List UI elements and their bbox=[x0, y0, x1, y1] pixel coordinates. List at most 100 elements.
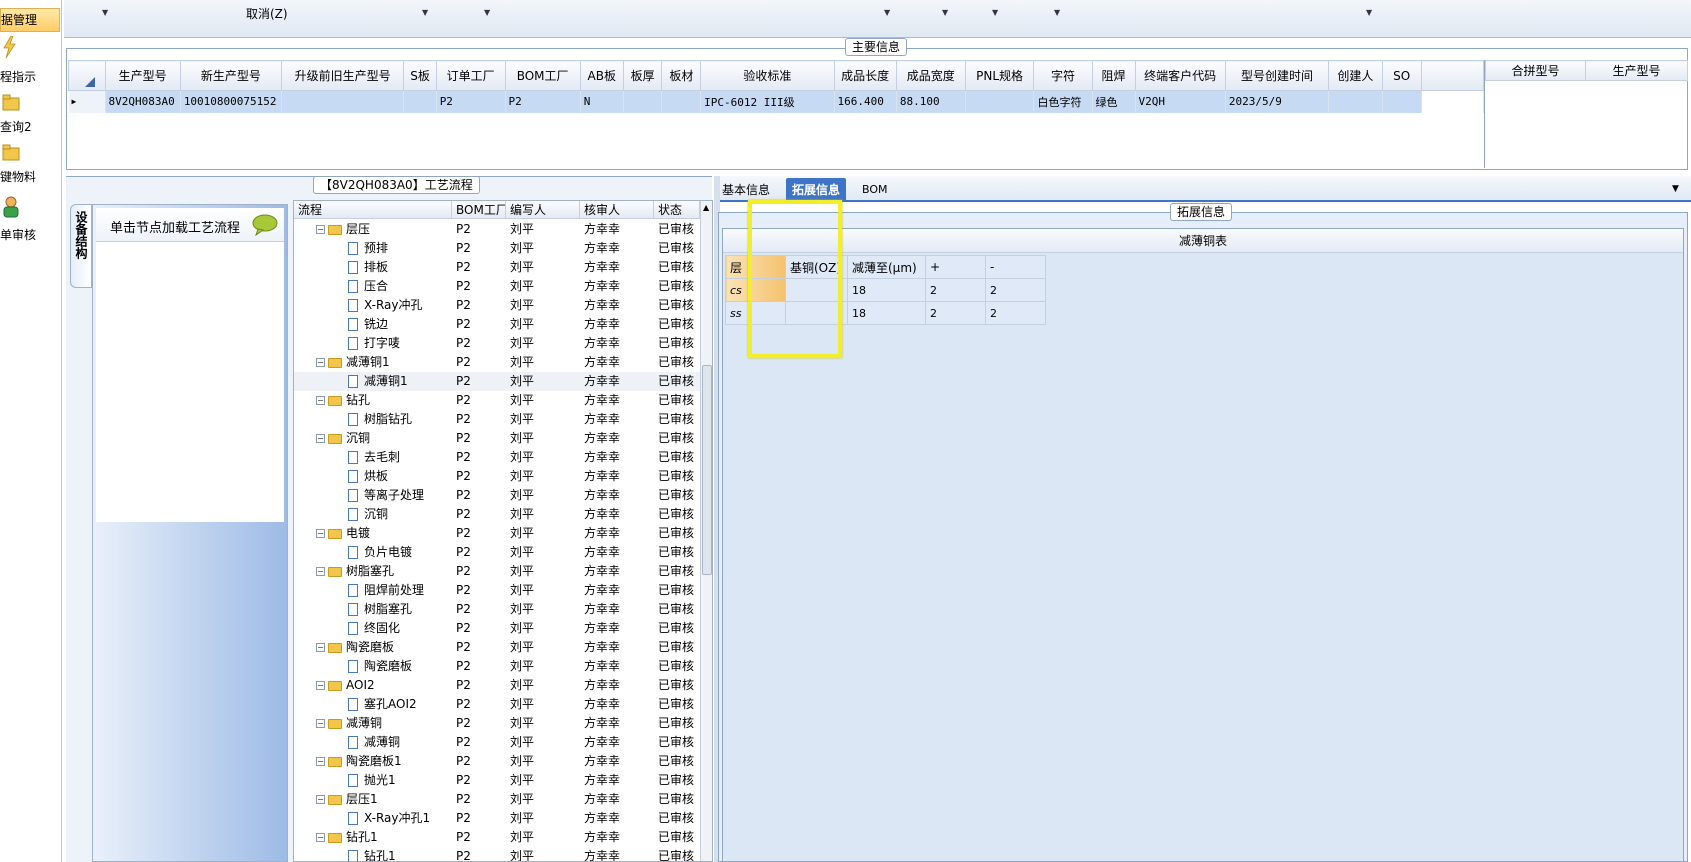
collapse-icon[interactable]: − bbox=[316, 681, 325, 690]
tree-row[interactable]: 减薄铜 P2 刘平 方幸幸 已审核 bbox=[294, 733, 700, 752]
tree-node[interactable]: 终固化 bbox=[294, 619, 452, 638]
col-header[interactable]: 升级前旧生产型号 bbox=[280, 60, 405, 91]
col-header[interactable]: BOM工厂 bbox=[504, 60, 581, 91]
collapse-icon[interactable]: − bbox=[316, 757, 325, 766]
tree-node[interactable]: 排板 bbox=[294, 258, 452, 277]
tree-row[interactable]: − 减薄铜 P2 刘平 方幸幸 已审核 bbox=[294, 714, 700, 733]
chevron-down-icon[interactable]: ▼ bbox=[884, 8, 890, 17]
scroll-up-icon[interactable]: ▲ bbox=[703, 203, 709, 212]
cancel-button[interactable]: 取消(Z) bbox=[246, 5, 288, 22]
col-header[interactable]: 终端客户代码 bbox=[1134, 60, 1226, 91]
table-cell[interactable]: N bbox=[580, 90, 624, 113]
tree-row[interactable]: 塞孔AOI2 P2 刘平 方幸幸 已审核 bbox=[294, 695, 700, 714]
tab-extended-info[interactable]: 拓展信息 bbox=[786, 178, 847, 202]
process-tree[interactable]: 流程 BOM工厂 编写人 核审人 状态 − 层压 P2 刘平 方幸幸 已审核 预排 P2 刘平方… bbox=[293, 200, 713, 862]
collapse-icon[interactable]: − bbox=[316, 833, 325, 842]
chevron-down-icon[interactable]: ▼ bbox=[422, 8, 428, 17]
tree-row[interactable]: − 陶瓷磨板 P2 刘平 方幸幸 已审核 bbox=[294, 638, 700, 657]
tree-row[interactable]: 去毛刺 P2 刘平 方幸幸 已审核 bbox=[294, 448, 700, 467]
table-row[interactable]: ▶ 8V2QH083A0 10010800075152 P2 P2 N IPC-… bbox=[68, 90, 1484, 113]
tree-node[interactable]: 树脂钻孔 bbox=[294, 410, 452, 429]
table-cell[interactable] bbox=[281, 90, 405, 113]
tree-node[interactable]: 烘板 bbox=[294, 467, 452, 486]
table-cell[interactable]: 10010800075152 bbox=[180, 90, 282, 113]
table-cell[interactable] bbox=[965, 90, 1035, 113]
tree-node[interactable]: 减薄铜 bbox=[294, 733, 452, 752]
collapse-icon[interactable]: − bbox=[316, 567, 325, 576]
table-cell[interactable] bbox=[1382, 90, 1422, 113]
tree-row[interactable]: − AOI2 P2 刘平 方幸幸 已审核 bbox=[294, 676, 700, 695]
col-header[interactable]: 字符 bbox=[1033, 60, 1093, 91]
table-cell[interactable]: IPC-6012 III级 bbox=[700, 90, 835, 113]
table-cell[interactable]: 88.100 bbox=[896, 90, 966, 113]
tree-row[interactable]: 打字唛 P2 刘平 方幸幸 已审核 bbox=[294, 334, 700, 353]
tree-row[interactable]: − 钻孔 P2 刘平 方幸幸 已审核 bbox=[294, 391, 700, 410]
col-header[interactable]: BOM工厂 bbox=[452, 201, 506, 219]
tree-row[interactable]: − 陶瓷磨板1 P2 刘平 方幸幸 已审核 bbox=[294, 752, 700, 771]
col-header[interactable]: 阻焊 bbox=[1091, 60, 1136, 91]
table-cell[interactable]: 18 bbox=[847, 278, 926, 302]
tree-row[interactable]: 沉铜 P2 刘平 方幸幸 已审核 bbox=[294, 505, 700, 524]
tree-node[interactable]: X-Ray冲孔 bbox=[294, 296, 452, 315]
tree-node[interactable]: 抛光1 bbox=[294, 771, 452, 790]
tree-node[interactable]: 等离子处理 bbox=[294, 486, 452, 505]
col-header[interactable]: 板厚 bbox=[622, 60, 663, 91]
tree-row[interactable]: 预排 P2 刘平 方幸幸 已审核 bbox=[294, 239, 700, 258]
tree-node[interactable]: 沉铜 bbox=[294, 505, 452, 524]
tree-node[interactable]: 塞孔AOI2 bbox=[294, 695, 452, 714]
tree-row[interactable]: 减薄铜1 P2 刘平 方幸幸 已审核 bbox=[294, 372, 700, 391]
tree-node[interactable]: 预排 bbox=[294, 239, 452, 258]
scrollbar-thumb[interactable] bbox=[702, 365, 712, 575]
chevron-down-icon[interactable]: ▼ bbox=[102, 8, 108, 17]
table-cell[interactable]: 绿色 bbox=[1092, 90, 1136, 113]
tab-basic-info[interactable]: 基本信息 bbox=[716, 178, 776, 202]
chevron-down-icon[interactable]: ▼ bbox=[1672, 184, 1679, 194]
collapse-icon[interactable]: − bbox=[316, 795, 325, 804]
chevron-down-icon[interactable]: ▼ bbox=[1366, 8, 1372, 17]
col-header[interactable]: 减薄至(μm) bbox=[847, 255, 926, 279]
table-cell[interactable] bbox=[1328, 90, 1383, 113]
tree-row[interactable]: 烘板 P2 刘平 方幸幸 已审核 bbox=[294, 467, 700, 486]
tree-node[interactable]: − 树脂塞孔 bbox=[294, 562, 452, 581]
load-hint-bar[interactable]: 单击节点加载工艺流程 bbox=[96, 208, 284, 242]
tree-row[interactable]: 陶瓷磨板 P2 刘平 方幸幸 已审核 bbox=[294, 657, 700, 676]
col-header[interactable]: AB板 bbox=[579, 60, 624, 91]
col-header[interactable]: 合拼型号 bbox=[1485, 60, 1586, 81]
tree-row[interactable]: 铣边 P2 刘平 方幸幸 已审核 bbox=[294, 315, 700, 334]
tree-node[interactable]: 打字唛 bbox=[294, 334, 452, 353]
table-cell[interactable]: 2 bbox=[985, 278, 1046, 302]
tree-row[interactable]: − 层压 P2 刘平 方幸幸 已审核 bbox=[294, 220, 700, 239]
tree-row[interactable]: − 电镀 P2 刘平 方幸幸 已审核 bbox=[294, 524, 700, 543]
col-header[interactable]: S板 bbox=[403, 60, 437, 91]
tree-row[interactable]: 树脂钻孔 P2 刘平 方幸幸 已审核 bbox=[294, 410, 700, 429]
collapse-icon[interactable]: − bbox=[316, 529, 325, 538]
table-cell[interactable] bbox=[403, 90, 437, 113]
tree-row[interactable]: − 减薄铜1 P2 刘平 方幸幸 已审核 bbox=[294, 353, 700, 372]
collapse-icon[interactable]: − bbox=[316, 719, 325, 728]
tree-row[interactable]: 终固化 P2 刘平 方幸幸 已审核 bbox=[294, 619, 700, 638]
tree-node[interactable]: − 陶瓷磨板 bbox=[294, 638, 452, 657]
tree-row[interactable]: 抛光1 P2 刘平 方幸幸 已审核 bbox=[294, 771, 700, 790]
table-cell[interactable] bbox=[661, 90, 702, 113]
chevron-down-icon[interactable]: ▼ bbox=[484, 8, 490, 17]
tree-row[interactable]: 阻焊前处理 P2 刘平 方幸幸 已审核 bbox=[294, 581, 700, 600]
tree-node[interactable]: − 电镀 bbox=[294, 524, 452, 543]
tree-node[interactable]: 压合 bbox=[294, 277, 452, 296]
tree-row[interactable]: 排板 P2 刘平 方幸幸 已审核 bbox=[294, 258, 700, 277]
table-cell[interactable]: 2 bbox=[985, 301, 1046, 325]
tree-node[interactable]: 负片电镀 bbox=[294, 543, 452, 562]
tree-row[interactable]: 负片电镀 P2 刘平 方幸幸 已审核 bbox=[294, 543, 700, 562]
table-cell[interactable]: 2023/5/9 bbox=[1225, 90, 1330, 113]
chevron-down-icon[interactable]: ▼ bbox=[942, 8, 948, 17]
chevron-down-icon[interactable]: ▼ bbox=[1054, 8, 1060, 17]
tree-row[interactable]: X-Ray冲孔 P2 刘平 方幸幸 已审核 bbox=[294, 296, 700, 315]
col-header[interactable]: 编写人 bbox=[506, 201, 580, 219]
tree-node[interactable]: − 钻孔 bbox=[294, 391, 452, 410]
tree-row[interactable]: 等离子处理 P2 刘平 方幸幸 已审核 bbox=[294, 486, 700, 505]
nav-item-order-review[interactable]: 单审核 bbox=[0, 226, 60, 242]
tree-row[interactable]: 树脂塞孔 P2 刘平 方幸幸 已审核 bbox=[294, 600, 700, 619]
table-cell[interactable]: 166.400 bbox=[834, 90, 897, 113]
col-header[interactable]: 生产型号 bbox=[1585, 60, 1688, 81]
col-header[interactable]: SO bbox=[1381, 60, 1422, 91]
table-cell[interactable] bbox=[623, 90, 663, 113]
